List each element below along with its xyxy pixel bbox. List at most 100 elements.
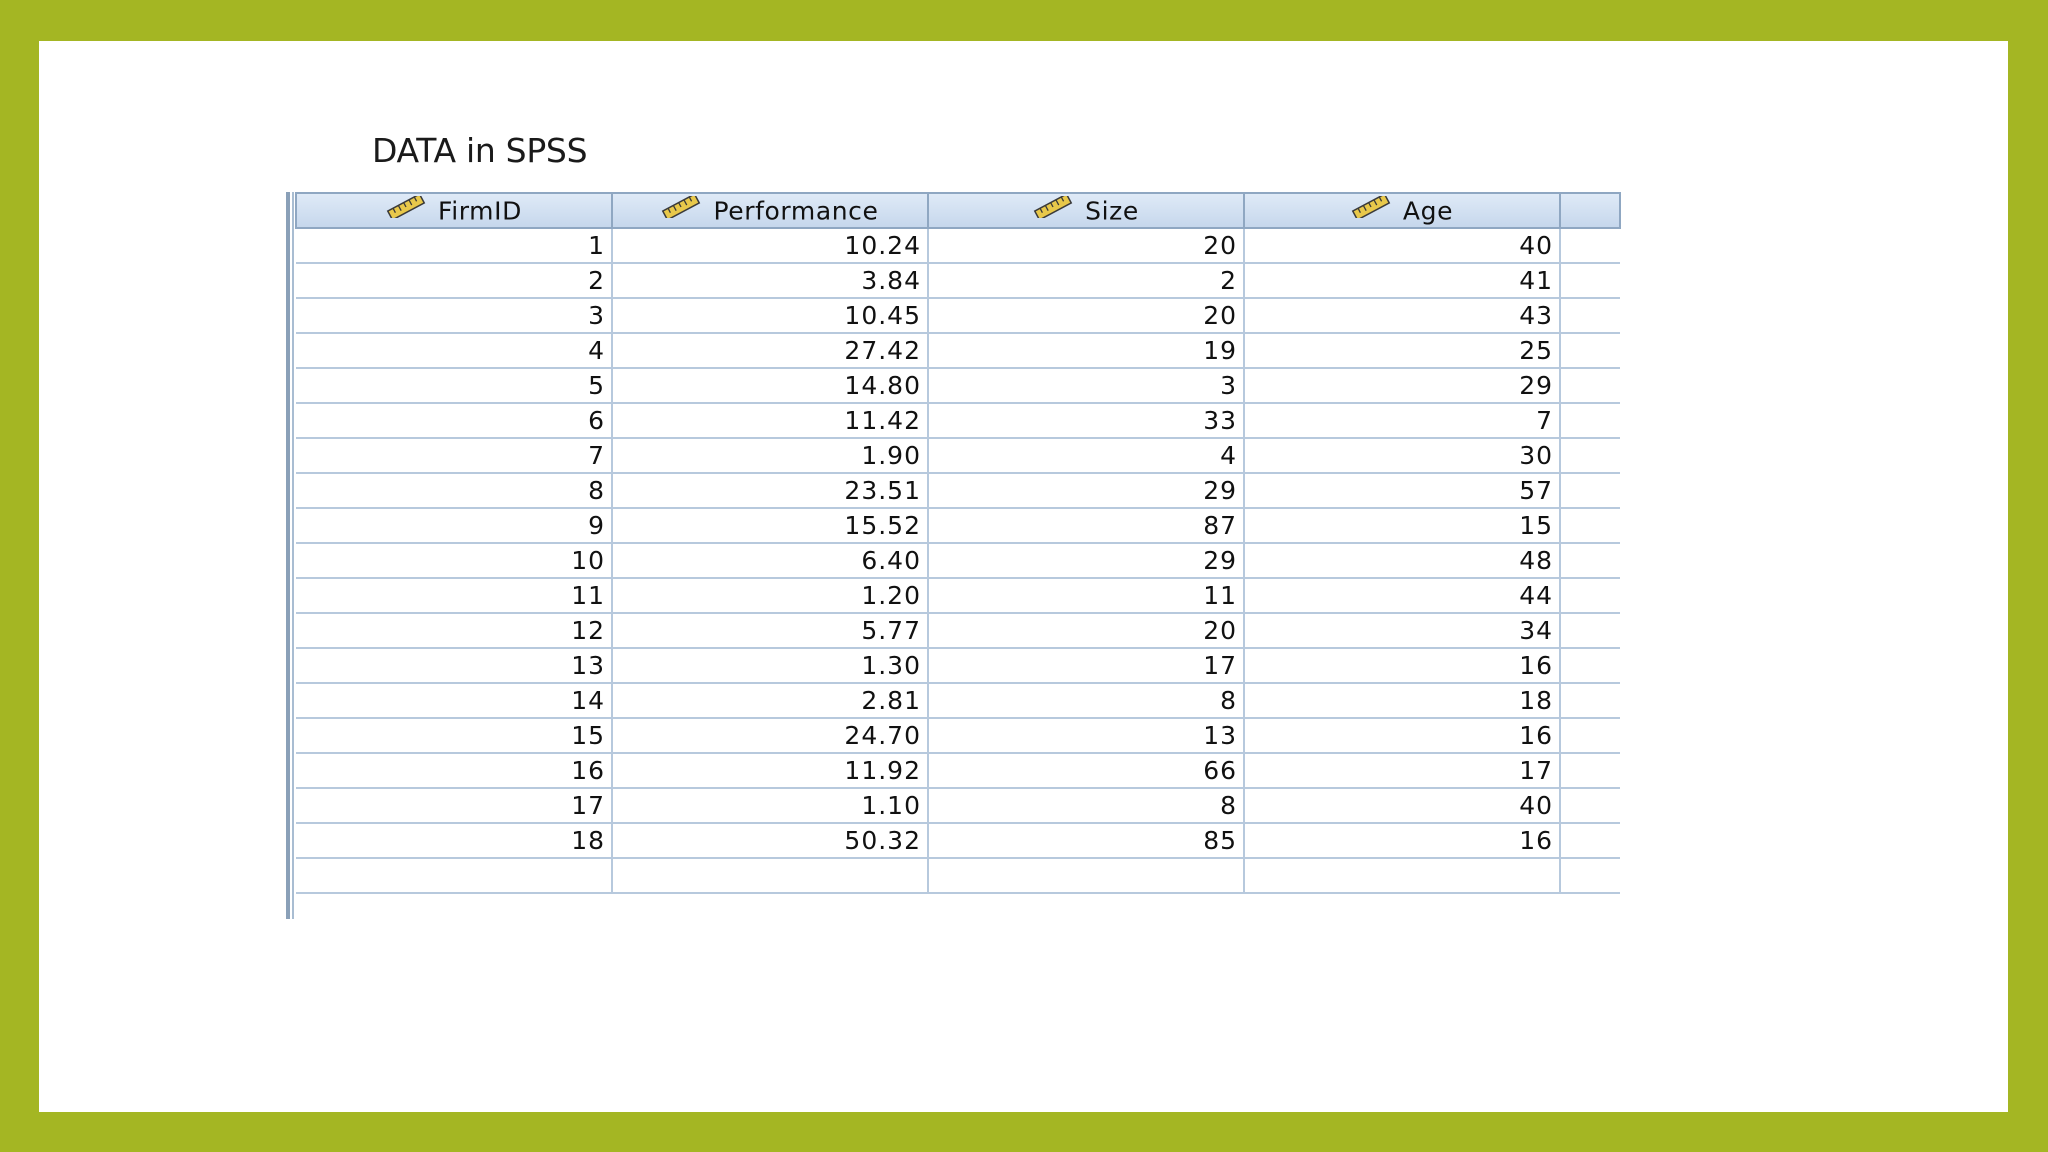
cell-next-partial[interactable] bbox=[1560, 788, 1620, 824]
cell-firmid[interactable]: 12 bbox=[296, 613, 613, 649]
cell-performance[interactable]: 11.42 bbox=[612, 403, 929, 439]
cell-performance[interactable]: 2.81 bbox=[612, 683, 929, 719]
cell-size[interactable]: 8 bbox=[928, 788, 1245, 824]
cell-next-partial[interactable] bbox=[1560, 508, 1620, 544]
column-header-performance[interactable]: Performance bbox=[611, 192, 929, 229]
cell-age[interactable]: 40 bbox=[1244, 788, 1561, 824]
cell-firmid[interactable]: 13 bbox=[296, 648, 613, 684]
cell-next-partial[interactable] bbox=[1560, 438, 1620, 474]
cell-age[interactable]: 16 bbox=[1244, 718, 1561, 754]
cell-performance[interactable]: 10.45 bbox=[612, 298, 929, 334]
cell-age[interactable]: 16 bbox=[1244, 648, 1561, 684]
cell-firmid[interactable]: 9 bbox=[296, 508, 613, 544]
cell-next-partial[interactable] bbox=[1560, 683, 1620, 719]
cell-next-partial[interactable] bbox=[1560, 823, 1620, 859]
cell-firmid[interactable]: 15 bbox=[296, 718, 613, 754]
column-header-size[interactable]: Size bbox=[927, 192, 1245, 229]
cell-size[interactable]: 17 bbox=[928, 648, 1245, 684]
cell-performance[interactable]: 5.77 bbox=[612, 613, 929, 649]
cell-firmid[interactable]: 2 bbox=[296, 263, 613, 299]
cell-performance[interactable]: 14.80 bbox=[612, 368, 929, 404]
cell-performance[interactable]: 24.70 bbox=[612, 718, 929, 754]
cell-performance[interactable]: 11.92 bbox=[612, 753, 929, 789]
column-header-age[interactable]: Age bbox=[1243, 192, 1561, 229]
cell-size[interactable]: 29 bbox=[928, 473, 1245, 509]
cell-firmid[interactable]: 10 bbox=[296, 543, 613, 579]
cell-next-partial[interactable] bbox=[1560, 753, 1620, 789]
cell-size[interactable]: 2 bbox=[928, 263, 1245, 299]
cell-performance[interactable]: 1.10 bbox=[612, 788, 929, 824]
cell-performance[interactable]: 6.40 bbox=[612, 543, 929, 579]
cell-size[interactable]: 11 bbox=[928, 578, 1245, 614]
column-header-firmid[interactable]: FirmID bbox=[295, 192, 613, 229]
cell-size[interactable]: 8 bbox=[928, 683, 1245, 719]
cell-partial[interactable] bbox=[928, 858, 1245, 894]
cell-next-partial[interactable] bbox=[1560, 718, 1620, 754]
cell-partial[interactable] bbox=[296, 858, 613, 894]
cell-firmid[interactable]: 17 bbox=[296, 788, 613, 824]
cell-next-partial[interactable] bbox=[1560, 298, 1620, 334]
cell-size[interactable]: 19 bbox=[928, 333, 1245, 369]
cell-age[interactable]: 43 bbox=[1244, 298, 1561, 334]
cell-next-partial[interactable] bbox=[1560, 648, 1620, 684]
cell-age[interactable]: 18 bbox=[1244, 683, 1561, 719]
cell-firmid[interactable]: 4 bbox=[296, 333, 613, 369]
cell-next-partial[interactable] bbox=[1560, 403, 1620, 439]
cell-next-partial[interactable] bbox=[1560, 578, 1620, 614]
cell-firmid[interactable]: 3 bbox=[296, 298, 613, 334]
cell-size[interactable]: 20 bbox=[928, 298, 1245, 334]
cell-next-partial[interactable] bbox=[1560, 263, 1620, 299]
cell-performance[interactable]: 50.32 bbox=[612, 823, 929, 859]
cell-performance[interactable]: 1.90 bbox=[612, 438, 929, 474]
cell-size[interactable]: 66 bbox=[928, 753, 1245, 789]
cell-age[interactable]: 48 bbox=[1244, 543, 1561, 579]
cell-next-partial[interactable] bbox=[1560, 473, 1620, 509]
cell-age[interactable]: 16 bbox=[1244, 823, 1561, 859]
cell-size[interactable]: 20 bbox=[928, 613, 1245, 649]
cell-firmid[interactable]: 5 bbox=[296, 368, 613, 404]
cell-firmid[interactable]: 18 bbox=[296, 823, 613, 859]
cell-size[interactable]: 3 bbox=[928, 368, 1245, 404]
cell-performance[interactable]: 1.30 bbox=[612, 648, 929, 684]
cell-next-partial[interactable] bbox=[1560, 333, 1620, 369]
cell-firmid[interactable]: 11 bbox=[296, 578, 613, 614]
cell-performance[interactable]: 3.84 bbox=[612, 263, 929, 299]
cell-size[interactable]: 13 bbox=[928, 718, 1245, 754]
cell-size[interactable]: 87 bbox=[928, 508, 1245, 544]
cell-partial[interactable] bbox=[1244, 858, 1561, 894]
cell-size[interactable]: 33 bbox=[928, 403, 1245, 439]
cell-firmid[interactable]: 14 bbox=[296, 683, 613, 719]
cell-firmid[interactable]: 6 bbox=[296, 403, 613, 439]
cell-age[interactable]: 25 bbox=[1244, 333, 1561, 369]
cell-age[interactable]: 7 bbox=[1244, 403, 1561, 439]
cell-age[interactable]: 29 bbox=[1244, 368, 1561, 404]
cell-next-partial[interactable] bbox=[1560, 613, 1620, 649]
cell-next-partial[interactable] bbox=[1560, 543, 1620, 579]
cell-firmid[interactable]: 1 bbox=[296, 228, 613, 264]
column-header-next-partial[interactable] bbox=[1559, 192, 1621, 229]
cell-partial[interactable] bbox=[1560, 858, 1620, 894]
cell-age[interactable]: 44 bbox=[1244, 578, 1561, 614]
cell-age[interactable]: 40 bbox=[1244, 228, 1561, 264]
cell-size[interactable]: 85 bbox=[928, 823, 1245, 859]
cell-performance[interactable]: 10.24 bbox=[612, 228, 929, 264]
cell-next-partial[interactable] bbox=[1560, 228, 1620, 264]
cell-age[interactable]: 30 bbox=[1244, 438, 1561, 474]
cell-partial[interactable] bbox=[612, 858, 929, 894]
cell-age[interactable]: 57 bbox=[1244, 473, 1561, 509]
cell-performance[interactable]: 15.52 bbox=[612, 508, 929, 544]
cell-performance[interactable]: 1.20 bbox=[612, 578, 929, 614]
cell-age[interactable]: 17 bbox=[1244, 753, 1561, 789]
cell-size[interactable]: 4 bbox=[928, 438, 1245, 474]
cell-next-partial[interactable] bbox=[1560, 368, 1620, 404]
cell-firmid[interactable]: 16 bbox=[296, 753, 613, 789]
cell-age[interactable]: 41 bbox=[1244, 263, 1561, 299]
cell-size[interactable]: 20 bbox=[928, 228, 1245, 264]
cell-firmid[interactable]: 8 bbox=[296, 473, 613, 509]
cell-performance[interactable]: 27.42 bbox=[612, 333, 929, 369]
cell-size[interactable]: 29 bbox=[928, 543, 1245, 579]
cell-performance[interactable]: 23.51 bbox=[612, 473, 929, 509]
cell-age[interactable]: 15 bbox=[1244, 508, 1561, 544]
cell-age[interactable]: 34 bbox=[1244, 613, 1561, 649]
cell-firmid[interactable]: 7 bbox=[296, 438, 613, 474]
